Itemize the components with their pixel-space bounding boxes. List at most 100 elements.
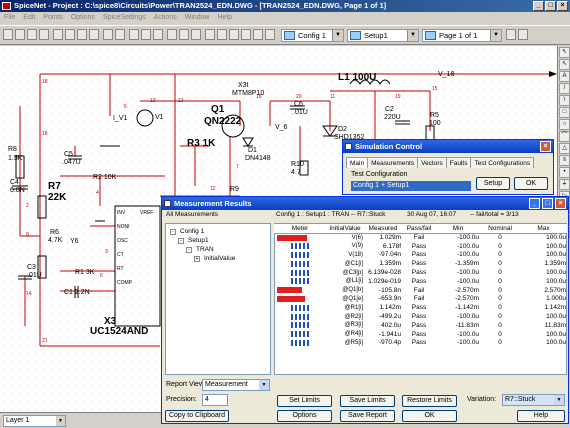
r8-label[interactable]: R8 — [8, 146, 17, 153]
zoom-fit-icon[interactable] — [153, 29, 163, 40]
junction-icon[interactable]: • — [559, 167, 570, 178]
ground-icon[interactable]: ⏚ — [559, 179, 570, 190]
part-icon[interactable] — [191, 29, 201, 40]
tree-item[interactable]: TRAN — [196, 246, 214, 253]
new-file-icon[interactable] — [3, 29, 13, 40]
table-row[interactable]: @Q1[b] -105.8n Fail -2.570m 0 2.570m — [274, 286, 567, 295]
q1-model-label[interactable]: QN2222 — [204, 116, 241, 127]
copy-icon[interactable] — [77, 29, 87, 40]
table-row[interactable]: @R5[i] -970.4p Pass -100.0u 0 100.0u — [274, 339, 567, 348]
menu-window[interactable]: Window — [185, 12, 210, 24]
collapse-icon[interactable]: - — [170, 229, 176, 235]
table-row[interactable]: @C1[i] 1.359m Pass -1.359m 0 1.359m — [274, 259, 567, 268]
save-report-button[interactable]: Save Report — [340, 410, 395, 422]
column-header[interactable]: Pass/fail — [402, 224, 436, 234]
menu-spicesettings[interactable]: SpiceSettings — [103, 12, 146, 24]
page-select[interactable]: Page 1 of 1 ▼ — [422, 29, 502, 42]
chevron-down-icon[interactable]: ▼ — [554, 395, 564, 405]
tab-vectors[interactable]: Vectors — [417, 157, 447, 168]
options-button[interactable]: Options — [277, 410, 332, 422]
find-icon[interactable] — [65, 29, 75, 40]
collapse-icon[interactable]: - — [186, 247, 192, 253]
text-icon[interactable]: A — [559, 71, 570, 82]
wire-tool-icon[interactable]: / — [559, 83, 570, 94]
netlist-icon[interactable] — [217, 29, 227, 40]
chevron-down-icon[interactable]: ▼ — [259, 380, 269, 390]
r9-label[interactable]: R9 — [230, 186, 239, 193]
table-row[interactable]: @R4[i] -1.941u Pass -100.0u 0 100.0u — [274, 330, 567, 339]
tree-item[interactable]: InitialValue — [204, 255, 235, 262]
bom-icon[interactable] — [253, 29, 263, 40]
tab-measurements[interactable]: Measurements — [367, 157, 419, 168]
probe-icon[interactable] — [229, 29, 239, 40]
column-header[interactable]: Meter — [274, 224, 326, 234]
print-icon[interactable] — [39, 29, 49, 40]
variation-select[interactable]: R7::Stuck ▼ — [502, 394, 565, 406]
r6-label[interactable]: R6 — [50, 229, 59, 236]
waveform-icon[interactable] — [241, 29, 251, 40]
set-limits-button[interactable]: Set Limits — [277, 395, 332, 407]
column-header[interactable]: Max — [520, 224, 567, 234]
uc1524-label[interactable]: UC1524AND — [90, 326, 148, 337]
d2-label[interactable]: D2 — [338, 126, 347, 133]
r2-label[interactable]: R2 10K — [93, 174, 116, 181]
expand-icon[interactable]: + — [194, 256, 200, 262]
ellipse-icon[interactable]: ○ — [559, 119, 570, 130]
tree-item[interactable]: Config 1 — [180, 228, 204, 235]
ok-button[interactable]: OK — [402, 410, 457, 422]
grid-icon[interactable] — [167, 29, 177, 40]
table-row[interactable]: V(6) 1.029m Fail -100.0u 0 100.0u — [274, 233, 567, 242]
c1-label[interactable]: C1 2.2N — [64, 289, 90, 296]
report-view-select[interactable]: Measurement ▼ — [202, 379, 270, 391]
column-header[interactable]: Min — [436, 224, 480, 234]
restore-limits-button[interactable]: Restore Limits — [402, 395, 457, 407]
chevron-down-icon[interactable]: ▼ — [56, 416, 65, 426]
tab-main[interactable]: Main — [346, 157, 369, 168]
settings-icon[interactable] — [265, 29, 275, 40]
setup-select[interactable]: Setup1 ▼ — [347, 29, 419, 42]
last-page-icon[interactable] — [518, 29, 528, 40]
simulate-icon[interactable] — [205, 29, 215, 40]
help-button[interactable]: Help — [517, 410, 565, 422]
test-configuration-item[interactable]: Config 1 + Setup1 — [351, 181, 471, 191]
zoom-out-icon[interactable] — [141, 29, 151, 40]
d1-label[interactable]: D1 — [248, 147, 257, 154]
menu-help[interactable]: Help — [218, 12, 232, 24]
c6-label[interactable]: C6 — [294, 101, 303, 108]
save-icon[interactable] — [27, 29, 37, 40]
maximize-button[interactable]: □ — [545, 1, 556, 11]
r10-label[interactable]: R10 — [291, 161, 304, 168]
table-row[interactable]: @R2[i] -499.2u Pass -100.0u 0 100.0u — [274, 312, 567, 321]
measurement-results-title-bar[interactable]: Measurement Results _ □ × — [162, 197, 568, 210]
close-icon[interactable]: × — [555, 198, 566, 209]
wire-icon[interactable] — [179, 29, 189, 40]
c3-label[interactable]: C3 — [27, 264, 36, 271]
menu-actions[interactable]: Actions — [154, 12, 177, 24]
table-row[interactable]: V(18) -97.04n Pass -100.0u 0 100.0u — [274, 251, 567, 260]
rectangle-icon[interactable]: □ — [559, 107, 570, 118]
r7-label[interactable]: R7 — [48, 181, 61, 192]
table-row[interactable]: @L1[i] 1.029e-019 Pass -100.0u 0 100.0u — [274, 277, 567, 286]
setup-button[interactable]: Setup — [476, 177, 510, 190]
maximize-icon[interactable]: □ — [542, 198, 553, 209]
table-row[interactable]: @R1[i] 1.142m Pass -1.142m 0 1.142m — [274, 303, 567, 312]
pointer-icon[interactable]: ↖ — [559, 47, 570, 58]
tab-faults[interactable]: Faults — [445, 157, 472, 168]
c2-label[interactable]: C2 — [385, 106, 394, 113]
save-limits-button[interactable]: Save Limits — [340, 395, 395, 407]
column-header[interactable]: InitialValue — [326, 224, 364, 234]
tree-item[interactable]: Setup1 — [188, 237, 209, 244]
measurement-tree[interactable]: - Config 1- Setup1- TRAN + InitialValue — [165, 223, 271, 375]
column-header[interactable]: Measured — [364, 224, 402, 234]
collapse-icon[interactable]: - — [178, 238, 184, 244]
table-row[interactable]: V(9) 6.178f Pass -100.0u 0 100.0u — [274, 242, 567, 251]
minimize-icon[interactable]: _ — [529, 198, 540, 209]
v1-label[interactable]: V1 — [155, 114, 164, 121]
cut-icon[interactable] — [53, 29, 63, 40]
menu-options[interactable]: Options — [71, 12, 95, 24]
table-row[interactable]: @C3[p] 6.139e-028 Pass -100.0u 0 100.0u — [274, 268, 567, 277]
l1-label[interactable]: L1 100U — [338, 72, 376, 83]
open-file-icon[interactable] — [15, 29, 25, 40]
chevron-down-icon[interactable]: ▼ — [332, 30, 343, 41]
select-icon[interactable]: ↖ — [559, 59, 570, 70]
